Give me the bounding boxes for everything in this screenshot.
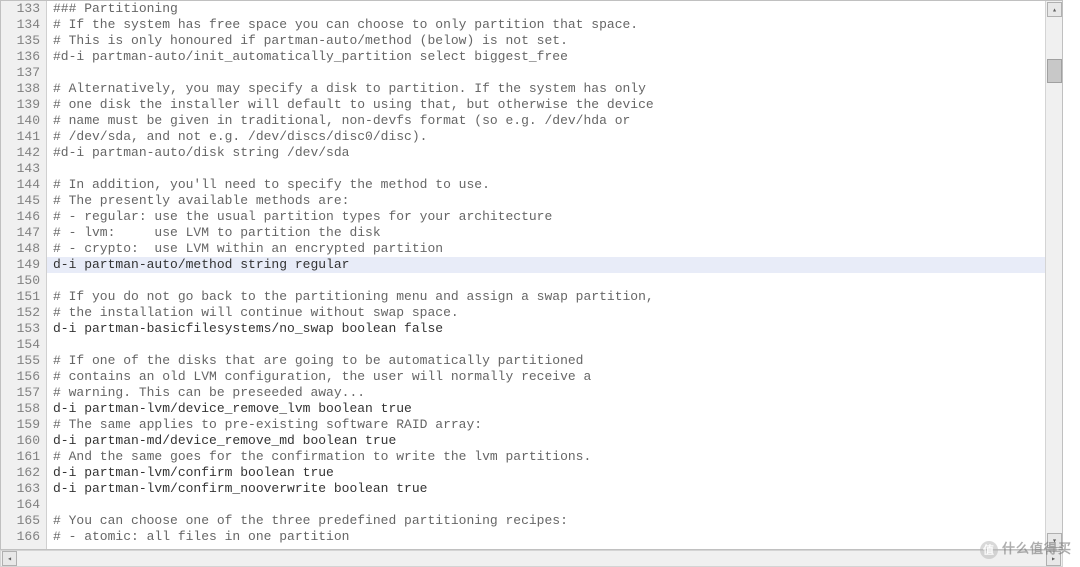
- vertical-scrollbar[interactable]: ▴ ▾: [1045, 1, 1062, 549]
- code-line[interactable]: # Alternatively, you may specify a disk …: [47, 81, 1045, 97]
- code-line[interactable]: # This is only honoured if partman-auto/…: [47, 33, 1045, 49]
- scroll-up-button[interactable]: ▴: [1047, 2, 1062, 17]
- line-number: 138: [1, 81, 40, 97]
- line-number: 148: [1, 241, 40, 257]
- horizontal-scrollbar[interactable]: ◂ ▸: [0, 550, 1063, 567]
- line-number: 137: [1, 65, 40, 81]
- code-line[interactable]: d-i partman-basicfilesystems/no_swap boo…: [47, 321, 1045, 337]
- line-number: 162: [1, 465, 40, 481]
- line-number: 143: [1, 161, 40, 177]
- line-number: 159: [1, 417, 40, 433]
- code-line[interactable]: [47, 65, 1045, 81]
- code-line[interactable]: # name must be given in traditional, non…: [47, 113, 1045, 129]
- line-number: 141: [1, 129, 40, 145]
- code-line[interactable]: # The presently available methods are:: [47, 193, 1045, 209]
- line-number: 146: [1, 209, 40, 225]
- code-editor[interactable]: 1331341351361371381391401411421431441451…: [0, 0, 1063, 550]
- code-line[interactable]: # If you do not go back to the partition…: [47, 289, 1045, 305]
- line-number: 160: [1, 433, 40, 449]
- line-number: 153: [1, 321, 40, 337]
- line-number: 163: [1, 481, 40, 497]
- code-line[interactable]: # If one of the disks that are going to …: [47, 353, 1045, 369]
- code-line[interactable]: # And the same goes for the confirmation…: [47, 449, 1045, 465]
- line-number: 154: [1, 337, 40, 353]
- line-number-gutter: 1331341351361371381391401411421431441451…: [1, 1, 47, 549]
- line-number: 166: [1, 529, 40, 545]
- code-line[interactable]: # If the system has free space you can c…: [47, 17, 1045, 33]
- line-number: 152: [1, 305, 40, 321]
- scroll-right-button[interactable]: ▸: [1046, 551, 1061, 566]
- code-line[interactable]: #d-i partman-auto/disk string /dev/sda: [47, 145, 1045, 161]
- line-number: 133: [1, 1, 40, 17]
- line-number: 151: [1, 289, 40, 305]
- vertical-scroll-thumb[interactable]: [1047, 59, 1062, 83]
- code-line[interactable]: # the installation will continue without…: [47, 305, 1045, 321]
- code-line[interactable]: #d-i partman-auto/init_automatically_par…: [47, 49, 1045, 65]
- line-number: 157: [1, 385, 40, 401]
- code-line[interactable]: [47, 497, 1045, 513]
- scroll-down-button[interactable]: ▾: [1047, 533, 1062, 548]
- code-line[interactable]: # - lvm: use LVM to partition the disk: [47, 225, 1045, 241]
- code-line[interactable]: # /dev/sda, and not e.g. /dev/discs/disc…: [47, 129, 1045, 145]
- code-line[interactable]: [47, 337, 1045, 353]
- scroll-left-button[interactable]: ◂: [2, 551, 17, 566]
- code-area[interactable]: ### Partitioning# If the system has free…: [47, 1, 1045, 549]
- code-line[interactable]: # - regular: use the usual partition typ…: [47, 209, 1045, 225]
- line-number: 140: [1, 113, 40, 129]
- line-number: 158: [1, 401, 40, 417]
- line-number: 139: [1, 97, 40, 113]
- code-line[interactable]: ### Partitioning: [47, 1, 1045, 17]
- code-line[interactable]: # one disk the installer will default to…: [47, 97, 1045, 113]
- line-number: 164: [1, 497, 40, 513]
- line-number: 134: [1, 17, 40, 33]
- line-number: 161: [1, 449, 40, 465]
- code-line[interactable]: # - atomic: all files in one partition: [47, 529, 1045, 545]
- code-line[interactable]: # In addition, you'll need to specify th…: [47, 177, 1045, 193]
- code-line[interactable]: # - crypto: use LVM within an encrypted …: [47, 241, 1045, 257]
- code-line[interactable]: d-i partman-lvm/confirm boolean true: [47, 465, 1045, 481]
- code-line[interactable]: d-i partman-auto/method string regular: [47, 257, 1045, 273]
- line-number: 147: [1, 225, 40, 241]
- line-number: 144: [1, 177, 40, 193]
- line-number: 142: [1, 145, 40, 161]
- line-number: 135: [1, 33, 40, 49]
- code-line[interactable]: # The same applies to pre-existing softw…: [47, 417, 1045, 433]
- line-number: 165: [1, 513, 40, 529]
- line-number: 136: [1, 49, 40, 65]
- code-line[interactable]: # warning. This can be preseeded away...: [47, 385, 1045, 401]
- line-number: 156: [1, 369, 40, 385]
- code-line[interactable]: d-i partman-md/device_remove_md boolean …: [47, 433, 1045, 449]
- line-number: 150: [1, 273, 40, 289]
- line-number: 149: [1, 257, 40, 273]
- code-line[interactable]: # You can choose one of the three predef…: [47, 513, 1045, 529]
- code-line[interactable]: [47, 273, 1045, 289]
- line-number: 145: [1, 193, 40, 209]
- code-line[interactable]: d-i partman-lvm/device_remove_lvm boolea…: [47, 401, 1045, 417]
- line-number: 155: [1, 353, 40, 369]
- code-line[interactable]: # contains an old LVM configuration, the…: [47, 369, 1045, 385]
- code-line[interactable]: d-i partman-lvm/confirm_nooverwrite bool…: [47, 481, 1045, 497]
- code-line[interactable]: [47, 161, 1045, 177]
